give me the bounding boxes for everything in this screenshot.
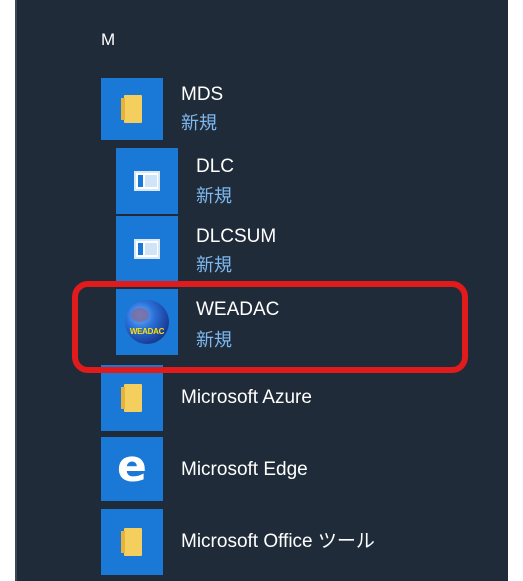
app-name: Microsoft Office ツール	[181, 531, 375, 552]
app-item-dlc[interactable]: DLC 新規	[15, 148, 508, 214]
app-sub-label: 新規	[181, 113, 217, 133]
dlcsum-tile	[116, 216, 178, 282]
section-header-m[interactable]: M	[101, 30, 115, 50]
office-tools-tile	[101, 509, 163, 575]
weadac-tile: WEADAC	[116, 289, 178, 355]
app-sub-label: 新規	[196, 186, 232, 206]
azure-tile	[101, 365, 163, 431]
app-item-dlcsum[interactable]: DLCSUM 新規	[15, 216, 508, 282]
app-name: WEADAC	[196, 299, 280, 320]
globe-icon: WEADAC	[125, 300, 169, 344]
app-item-microsoft-office-tools[interactable]: Microsoft Office ツール	[15, 509, 508, 575]
edge-tile: e	[101, 437, 163, 501]
app-sub-label: 新規	[196, 330, 232, 350]
app-sub-label: 新規	[196, 255, 232, 275]
mds-tile	[101, 78, 163, 140]
app-item-microsoft-azure[interactable]: Microsoft Azure	[15, 365, 508, 431]
app-name: Microsoft Edge	[181, 459, 308, 480]
dlc-tile	[116, 148, 178, 214]
app-window-icon	[134, 171, 160, 191]
app-name: DLC	[196, 156, 235, 177]
app-name: Microsoft Azure	[181, 387, 312, 408]
folder-icon	[121, 95, 142, 123]
app-item-microsoft-edge[interactable]: e Microsoft Edge	[15, 437, 508, 501]
app-name: MDS	[181, 84, 224, 105]
app-item-weadac[interactable]: WEADAC WEADAC 新規	[15, 287, 508, 359]
app-item-mds[interactable]: MDS 新規	[15, 78, 508, 140]
globe-icon-text: WEADAC	[129, 327, 165, 336]
start-menu-app-list: M MDS 新規 DLC 新規 DLCSUM 新規 WEADAC WEADAC …	[15, 0, 508, 581]
folder-icon	[121, 384, 142, 412]
folder-icon	[121, 528, 142, 556]
app-name: DLCSUM	[196, 226, 277, 247]
app-window-icon	[134, 239, 160, 259]
edge-icon: e	[117, 441, 147, 492]
